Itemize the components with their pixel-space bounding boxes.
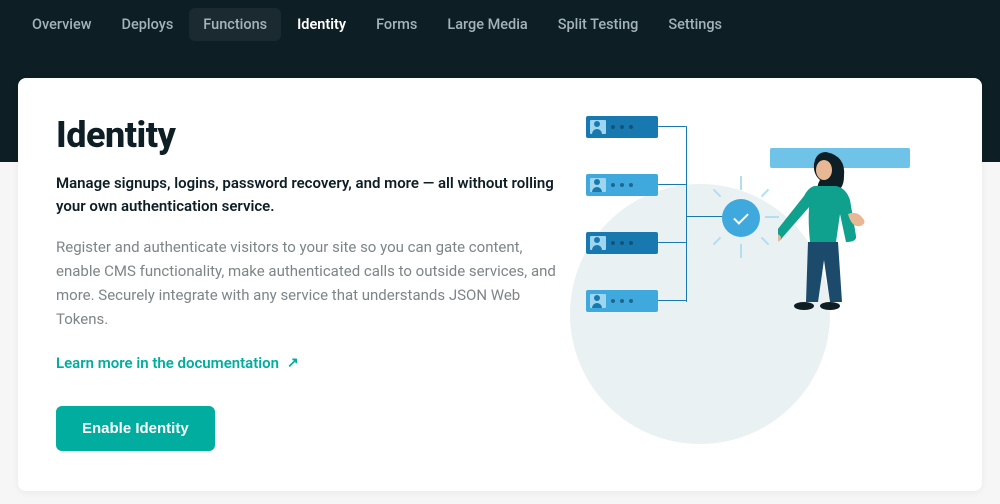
ray-icon (740, 176, 742, 190)
nav-tabs: Overview Deploys Functions Identity Form… (0, 0, 1000, 49)
nav-forms[interactable]: Forms (362, 8, 431, 41)
nav-settings[interactable]: Settings (654, 8, 736, 41)
connector-line (658, 300, 686, 301)
external-link-icon: ↗ (287, 355, 299, 371)
nav-overview[interactable]: Overview (18, 8, 106, 41)
user-record-icon (586, 290, 658, 312)
ray-icon (740, 244, 742, 258)
verified-check-icon (722, 199, 760, 237)
user-avatar-icon (590, 178, 606, 192)
ray-icon (761, 189, 769, 197)
nav-identity[interactable]: Identity (283, 8, 360, 41)
documentation-link-label: Learn more in the documentation (56, 354, 279, 372)
connector-line (658, 126, 686, 127)
nav-functions[interactable]: Functions (189, 8, 281, 41)
nav-large-media[interactable]: Large Media (433, 8, 541, 41)
user-avatar-icon (590, 294, 606, 308)
nav-deploys[interactable]: Deploys (108, 8, 188, 41)
page-title: Identity (56, 114, 556, 156)
ray-icon (765, 216, 779, 218)
connector-line (658, 242, 686, 243)
person-illustration-icon (778, 144, 888, 344)
enable-identity-button[interactable]: Enable Identity (56, 406, 215, 451)
page-description: Register and authenticate visitors to yo… (56, 235, 556, 331)
user-avatar-icon (590, 236, 606, 250)
connector-line (658, 184, 686, 185)
user-record-icon (586, 116, 658, 138)
card-content: Identity Manage signups, logins, passwor… (56, 114, 556, 451)
connector-line (686, 126, 687, 302)
user-record-icon (586, 232, 658, 254)
identity-card: Identity Manage signups, logins, passwor… (18, 78, 982, 491)
page-subtitle: Manage signups, logins, password recover… (56, 172, 556, 217)
documentation-link[interactable]: Learn more in the documentation ↗ (56, 354, 299, 372)
identity-illustration (580, 114, 940, 414)
nav-split-testing[interactable]: Split Testing (544, 8, 653, 41)
user-record-icon (586, 174, 658, 196)
user-avatar-icon (590, 120, 606, 134)
